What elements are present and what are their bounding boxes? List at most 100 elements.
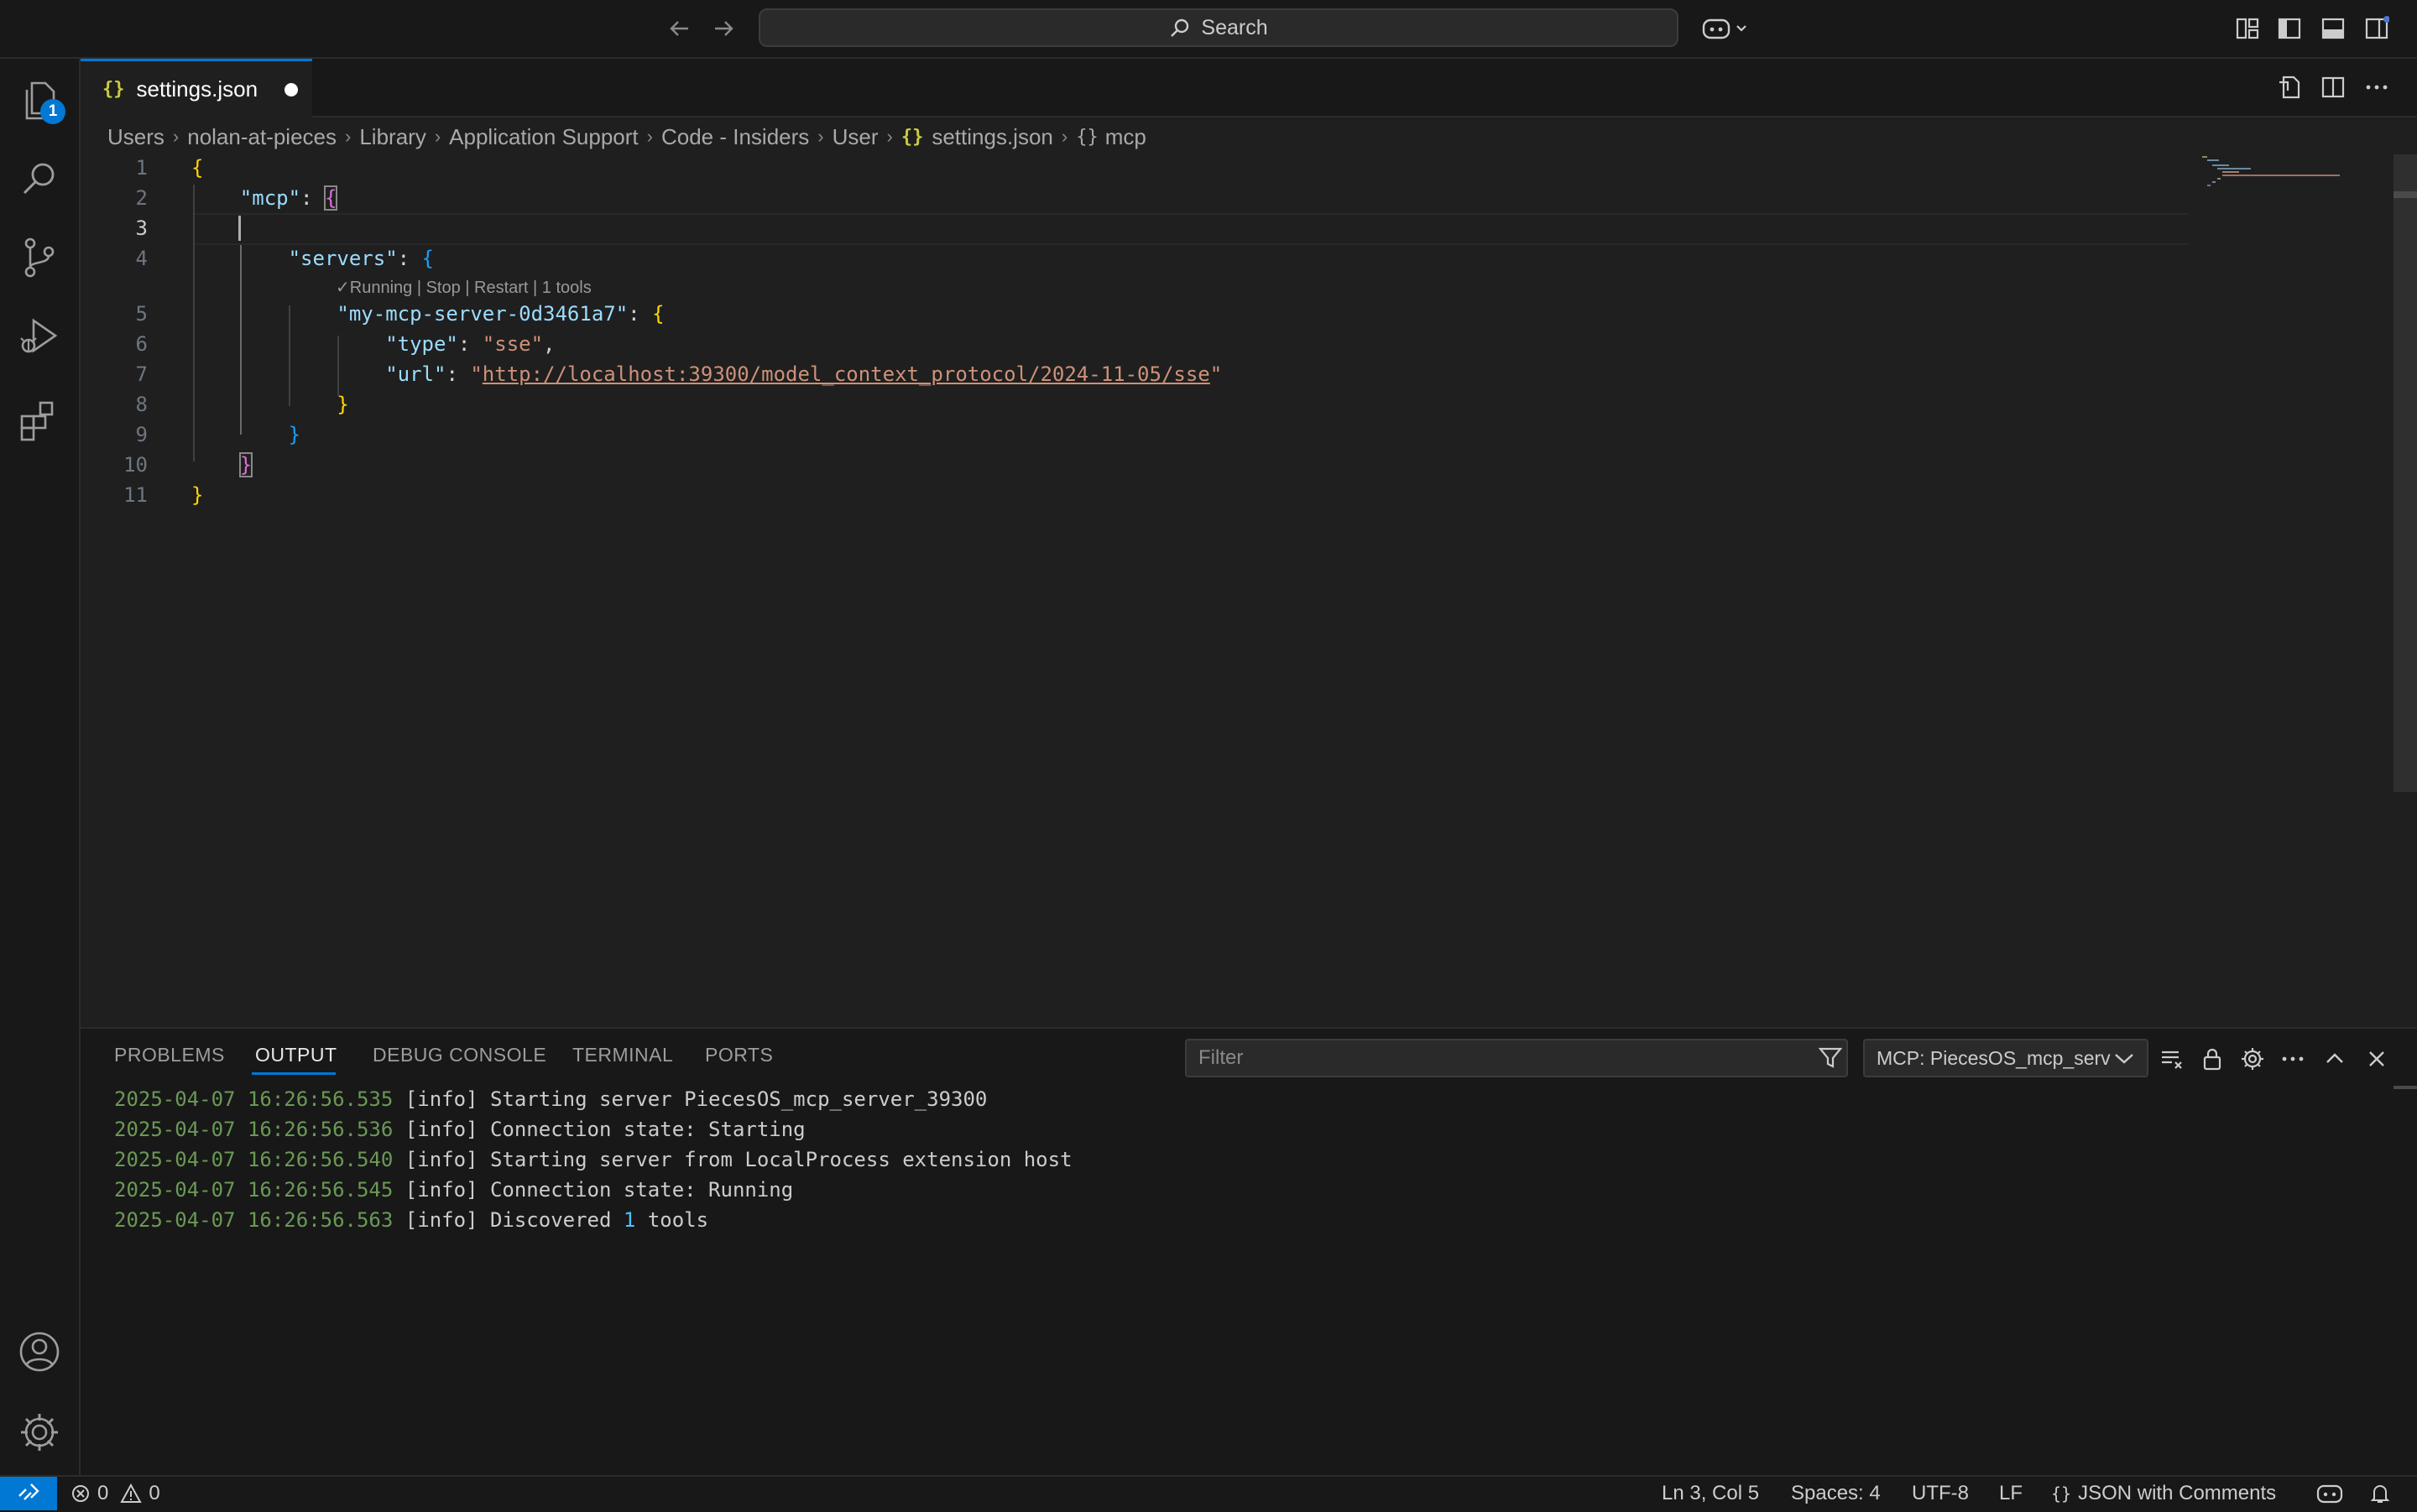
search-label: Search [1201, 15, 1268, 39]
more-actions-icon[interactable] [2276, 1042, 2310, 1076]
json-file-icon: {} [102, 79, 125, 100]
problems-status[interactable]: 0 0 [70, 1477, 160, 1510]
chevron-right-icon: › [1061, 126, 1068, 147]
scrollbar-thumb[interactable] [2394, 191, 2417, 198]
minimap[interactable] [2199, 156, 2341, 190]
line-number: 10 [123, 453, 148, 477]
braces-icon: {} [2051, 1483, 2072, 1504]
explorer-icon[interactable] [0, 64, 79, 139]
chevron-right-icon: › [886, 126, 893, 147]
copilot-status-icon[interactable] [2316, 1477, 2343, 1510]
run-and-debug-icon[interactable] [0, 299, 79, 374]
panel-scrollbar-thumb[interactable] [2394, 1086, 2417, 1089]
tab-debug-console[interactable]: DEBUG CONSOLE [373, 1044, 546, 1066]
code-line[interactable]: "type": "sse", [191, 332, 555, 356]
editor-tab-bar [81, 59, 2417, 117]
remote-indicator-icon[interactable] [0, 1477, 57, 1510]
json-file-icon: {} [901, 126, 924, 148]
editor-scrollbar[interactable] [2394, 154, 2417, 792]
url-link[interactable]: http://localhost:39300/model_context_pro… [483, 362, 1210, 386]
breadcrumb-item[interactable]: mcp [1105, 124, 1146, 150]
customize-layout-icon[interactable] [2231, 12, 2264, 45]
chevron-right-icon: › [817, 126, 824, 147]
chevron-right-icon: › [172, 126, 180, 147]
line-number: 7 [135, 362, 148, 386]
filter-placeholder: Filter [1198, 1046, 1244, 1069]
accounts-icon[interactable] [0, 1314, 79, 1389]
breadcrumb-item[interactable]: Users [107, 124, 164, 150]
breadcrumb-item[interactable]: User [833, 124, 879, 150]
copilot-icon[interactable] [1699, 12, 1752, 45]
tab-terminal[interactable]: TERMINAL [572, 1044, 673, 1066]
log-line: 2025-04-07 16:26:56.545 [info] Connectio… [114, 1178, 794, 1202]
line-number: 4 [135, 247, 148, 270]
language-mode[interactable]: {} JSON with Comments [2051, 1477, 2276, 1510]
current-line-highlight [191, 213, 2189, 245]
search-view-icon[interactable] [0, 141, 79, 216]
toggle-panel-icon[interactable] [2316, 12, 2350, 45]
output-channel-label: MCP: PiecesOS_mcp_serv [1877, 1046, 2111, 1069]
log-line: 2025-04-07 16:26:56.540 [info] Starting … [114, 1148, 1073, 1171]
tab-output[interactable]: OUTPUT [255, 1044, 337, 1066]
chevron-down-icon[interactable] [2113, 1049, 2135, 1067]
text-cursor [238, 216, 241, 241]
toggle-secondary-sidebar-icon[interactable] [2360, 12, 2394, 45]
breadcrumb-item[interactable]: Library [359, 124, 425, 150]
breadcrumb-item[interactable]: settings.json [932, 124, 1053, 150]
command-center-search[interactable]: Search [759, 8, 1678, 47]
code-line[interactable]: "mcp": { [191, 185, 338, 211]
chevron-right-icon: › [345, 126, 352, 147]
breadcrumb-item[interactable]: Application Support [449, 124, 638, 150]
more-actions-icon[interactable] [2360, 70, 2394, 104]
output-filter-input[interactable]: Filter [1185, 1039, 1848, 1077]
open-settings-ui-icon[interactable] [2273, 70, 2306, 104]
object-symbol-icon: {} [1076, 126, 1099, 148]
encoding-setting[interactable]: UTF-8 [1912, 1477, 1969, 1510]
search-icon [1169, 17, 1191, 39]
notifications-bell-icon[interactable] [2368, 1477, 2392, 1510]
warning-count: 0 [149, 1482, 160, 1504]
code-line[interactable]: } [191, 452, 253, 477]
breadcrumb-item[interactable]: Code - Insiders [661, 124, 809, 150]
close-panel-icon[interactable] [2360, 1042, 2394, 1076]
line-number: 2 [135, 186, 148, 210]
eol-setting[interactable]: LF [1999, 1477, 2023, 1510]
code-line[interactable]: } [191, 423, 300, 446]
manage-gear-icon[interactable] [0, 1395, 79, 1470]
back-arrow-icon[interactable] [663, 12, 697, 45]
output-settings-gear-icon[interactable] [2236, 1042, 2269, 1076]
toggle-primary-sidebar-icon[interactable] [2273, 12, 2306, 45]
maximize-panel-icon[interactable] [2318, 1042, 2352, 1076]
language-label: JSON with Comments [2078, 1482, 2277, 1504]
mcp-codelens[interactable]: ✓Running | Stop | Restart | 1 tools [336, 277, 592, 298]
source-control-icon[interactable] [0, 220, 79, 295]
tab-settings-json[interactable]: {} settings.json [81, 59, 312, 117]
breadcrumb-item[interactable]: nolan-at-pieces [187, 124, 337, 150]
code-line[interactable]: "my-mcp-server-0d3461a7": { [191, 302, 664, 326]
log-line: 2025-04-07 16:26:56.536 [info] Connectio… [114, 1118, 806, 1141]
filter-funnel-icon[interactable] [1818, 1045, 1843, 1071]
cursor-position[interactable]: Ln 3, Col 5 [1662, 1477, 1759, 1510]
forward-arrow-icon[interactable] [707, 12, 740, 45]
lock-scroll-icon[interactable] [2195, 1042, 2229, 1076]
code-line[interactable]: } [191, 393, 348, 416]
line-number: 11 [123, 483, 148, 507]
split-editor-icon[interactable] [2316, 70, 2350, 104]
code-line[interactable]: "servers": { [191, 247, 434, 270]
tab-label: settings.json [136, 76, 258, 102]
error-count: 0 [97, 1482, 109, 1504]
active-tab-indicator [252, 1072, 336, 1075]
extensions-icon[interactable] [0, 383, 79, 458]
chevron-right-icon: › [646, 126, 653, 147]
log-line: 2025-04-07 16:26:56.563 [info] Discovere… [114, 1208, 709, 1232]
clear-output-icon[interactable] [2155, 1042, 2189, 1076]
output-channel-select[interactable]: MCP: PiecesOS_mcp_serv [1863, 1039, 2148, 1077]
code-line[interactable]: } [191, 483, 203, 507]
code-line[interactable]: { [191, 156, 203, 180]
unsaved-dot-icon[interactable] [285, 82, 299, 96]
tab-ports[interactable]: PORTS [705, 1044, 773, 1066]
code-line[interactable]: "url": "http://localhost:39300/model_con… [191, 362, 1222, 386]
tab-problems[interactable]: PROBLEMS [114, 1044, 225, 1066]
indentation-setting[interactable]: Spaces: 4 [1791, 1477, 1881, 1510]
line-number: 8 [135, 393, 148, 416]
